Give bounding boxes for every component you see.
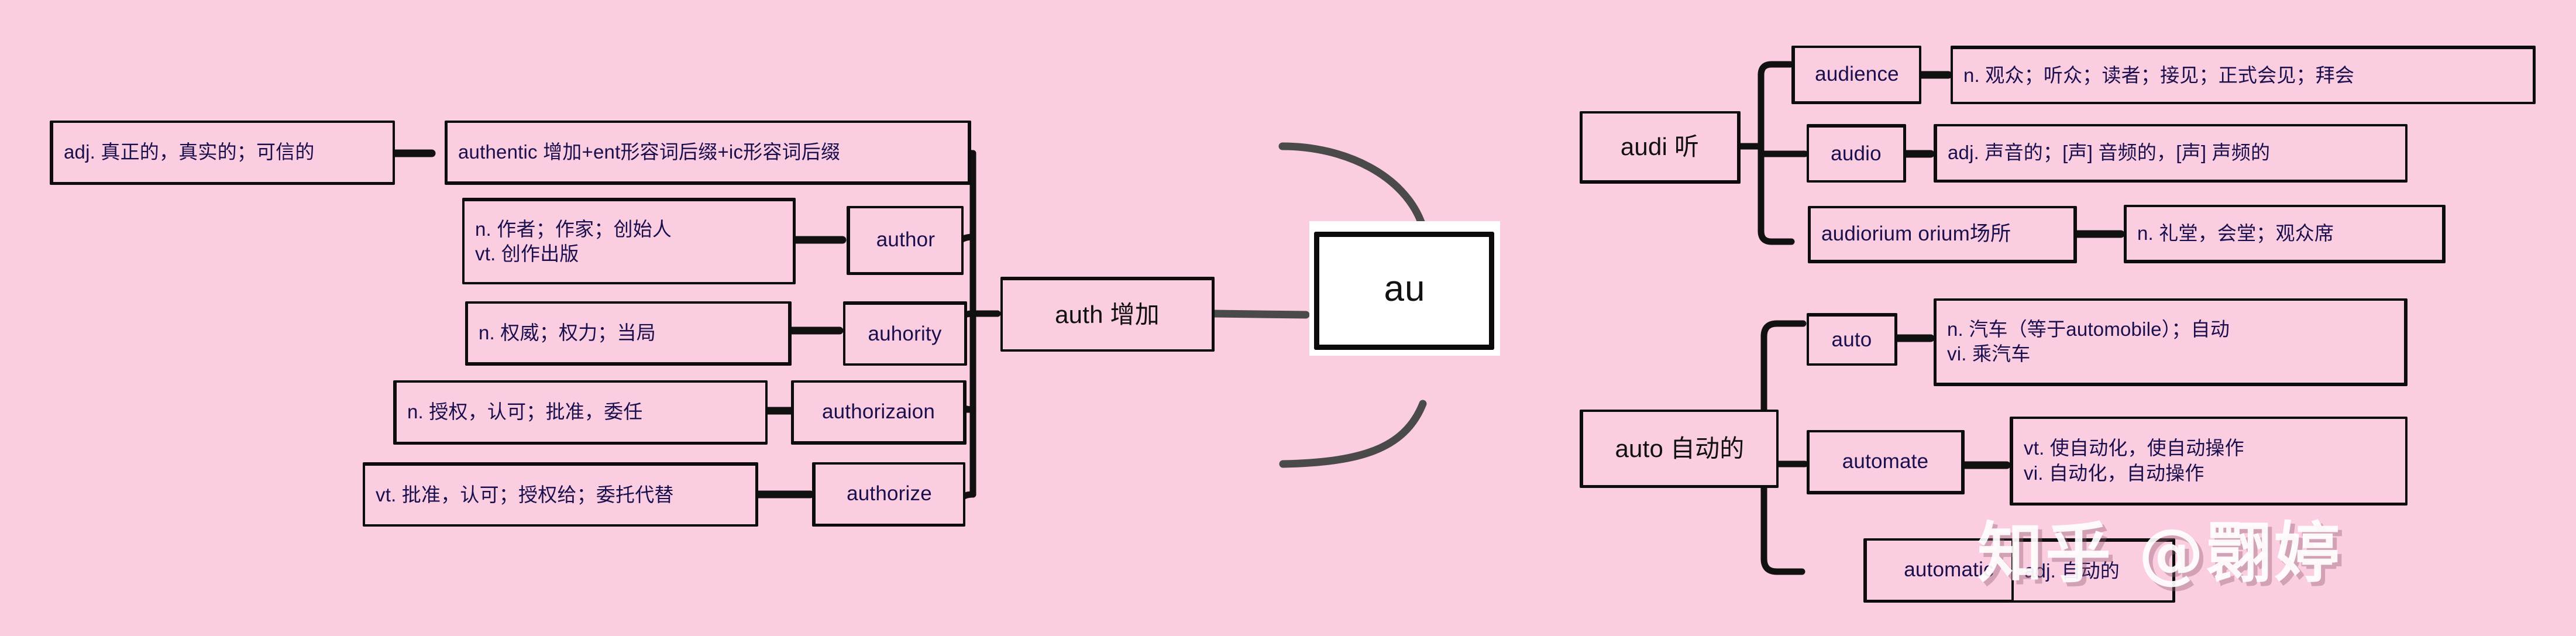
word-node-auto-label: auto [1831,328,1872,351]
word-node-authentic-label: authentic 增加+ent形容词后缀+ic形容词后缀 [458,140,841,163]
definition-node-audio-line-0: adj. 声音的；[声] 音频的，[声] 声频的 [1948,142,2271,164]
word-node-automate-label: automate [1842,449,1929,473]
word-node-authorizaion[interactable]: authorizaion [791,380,967,445]
definition-node-authorize[interactable]: vt. 批准，认可；授权给；委托代替 [363,462,758,527]
definition-node-authorize-line-0: vt. 批准，认可；授权给；委托代替 [376,483,674,506]
stem-node-audi[interactable]: audi 听 [1580,111,1741,184]
stem-node-auto[interactable]: auto 自动的 [1580,410,1779,488]
definition-node-authorizaion[interactable]: n. 授权，认可；批准，委任 [393,380,768,445]
definition-node-automate-line-1: vi. 自动化，自动操作 [2024,462,2204,484]
word-node-automatic-label: automatic [1904,558,1994,582]
word-node-authorize[interactable]: authorize [812,462,965,527]
mindmap-canvas: au auth 增加 authentic 增加+ent形容词后缀+ic形容词后缀… [0,0,2576,636]
word-node-audience-label: audience [1815,63,1899,86]
word-node-author[interactable]: author [847,206,964,275]
word-node-audio-label: audio [1831,142,1882,165]
definition-node-author-line-1: vt. 创作出版 [475,243,579,264]
stem-node-audi-label: audi 听 [1620,133,1700,161]
word-node-auhority[interactable]: auhority [843,301,967,366]
definition-node-audiorium-line-0: n. 礼堂，会堂；观众席 [2137,222,2334,244]
definition-node-auhority[interactable]: n. 权威；权力；当局 [465,301,792,366]
definition-node-authorizaion-line-0: n. 授权，认可；批准，委任 [407,401,643,423]
stem-node-auto-label: auto 自动的 [1615,434,1745,462]
root-node-label: au [1384,268,1426,309]
definition-node-author[interactable]: n. 作者；作家；创始人 vt. 创作出版 [462,198,796,284]
word-node-auto[interactable]: auto [1807,313,1897,366]
word-node-audiorium-label: audiorium orium场所 [1821,222,2011,245]
word-node-authentic[interactable]: authentic 增加+ent形容词后缀+ic形容词后缀 [445,121,971,185]
definition-node-automate[interactable]: vt. 使自动化，使自动操作 vi. 自动化，自动操作 [2010,417,2408,506]
definition-node-audience[interactable]: n. 观众；听众；读者；接见；正式会见；拜会 [1951,46,2536,104]
stem-node-auth[interactable]: auth 增加 [1000,277,1215,352]
word-node-authorizaion-label: authorizaion [821,400,936,423]
definition-node-authentic-line-0: adj. 真正的，真实的；可信的 [64,141,315,163]
root-node[interactable]: au [1309,221,1500,356]
definition-node-auto[interactable]: n. 汽车（等于automobile）；自动 vi. 乘汽车 [1934,298,2408,386]
word-node-auhority-label: auhority [868,322,942,345]
word-node-authorize-label: authorize [847,482,932,506]
definition-node-author-line-0: n. 作者；作家；创始人 [475,218,672,240]
definition-node-auto-line-1: vi. 乘汽车 [1947,343,2031,365]
definition-node-audiorium[interactable]: n. 礼堂，会堂；观众席 [2124,205,2446,263]
stem-node-auth-label: auth 增加 [1055,301,1160,329]
definition-node-authentic[interactable]: adj. 真正的，真实的；可信的 [50,121,395,185]
definition-node-automate-line-0: vt. 使自动化，使自动操作 [2024,437,2244,459]
word-node-audience[interactable]: audience [1791,46,1921,104]
definition-node-automatic-line-0: adj. 自动的 [2024,559,2120,582]
word-node-automate[interactable]: automate [1807,430,1965,494]
word-node-audiorium[interactable]: audiorium orium场所 [1808,206,2077,263]
definition-node-auhority-line-0: n. 权威；权力；当局 [479,321,656,343]
word-node-author-label: author [876,228,936,252]
definition-node-audience-line-0: n. 观众；听众；读者；接见；正式会见；拜会 [1963,64,2355,86]
word-node-automatic[interactable]: automatic [1863,538,2033,603]
definition-node-auto-line-0: n. 汽车（等于automobile）；自动 [1947,318,2230,340]
word-node-audio[interactable]: audio [1807,124,1906,183]
definition-node-audio[interactable]: adj. 声音的；[声] 音频的，[声] 声频的 [1934,124,2408,183]
definition-node-automatic[interactable]: adj. 自动的 [2011,538,2175,603]
